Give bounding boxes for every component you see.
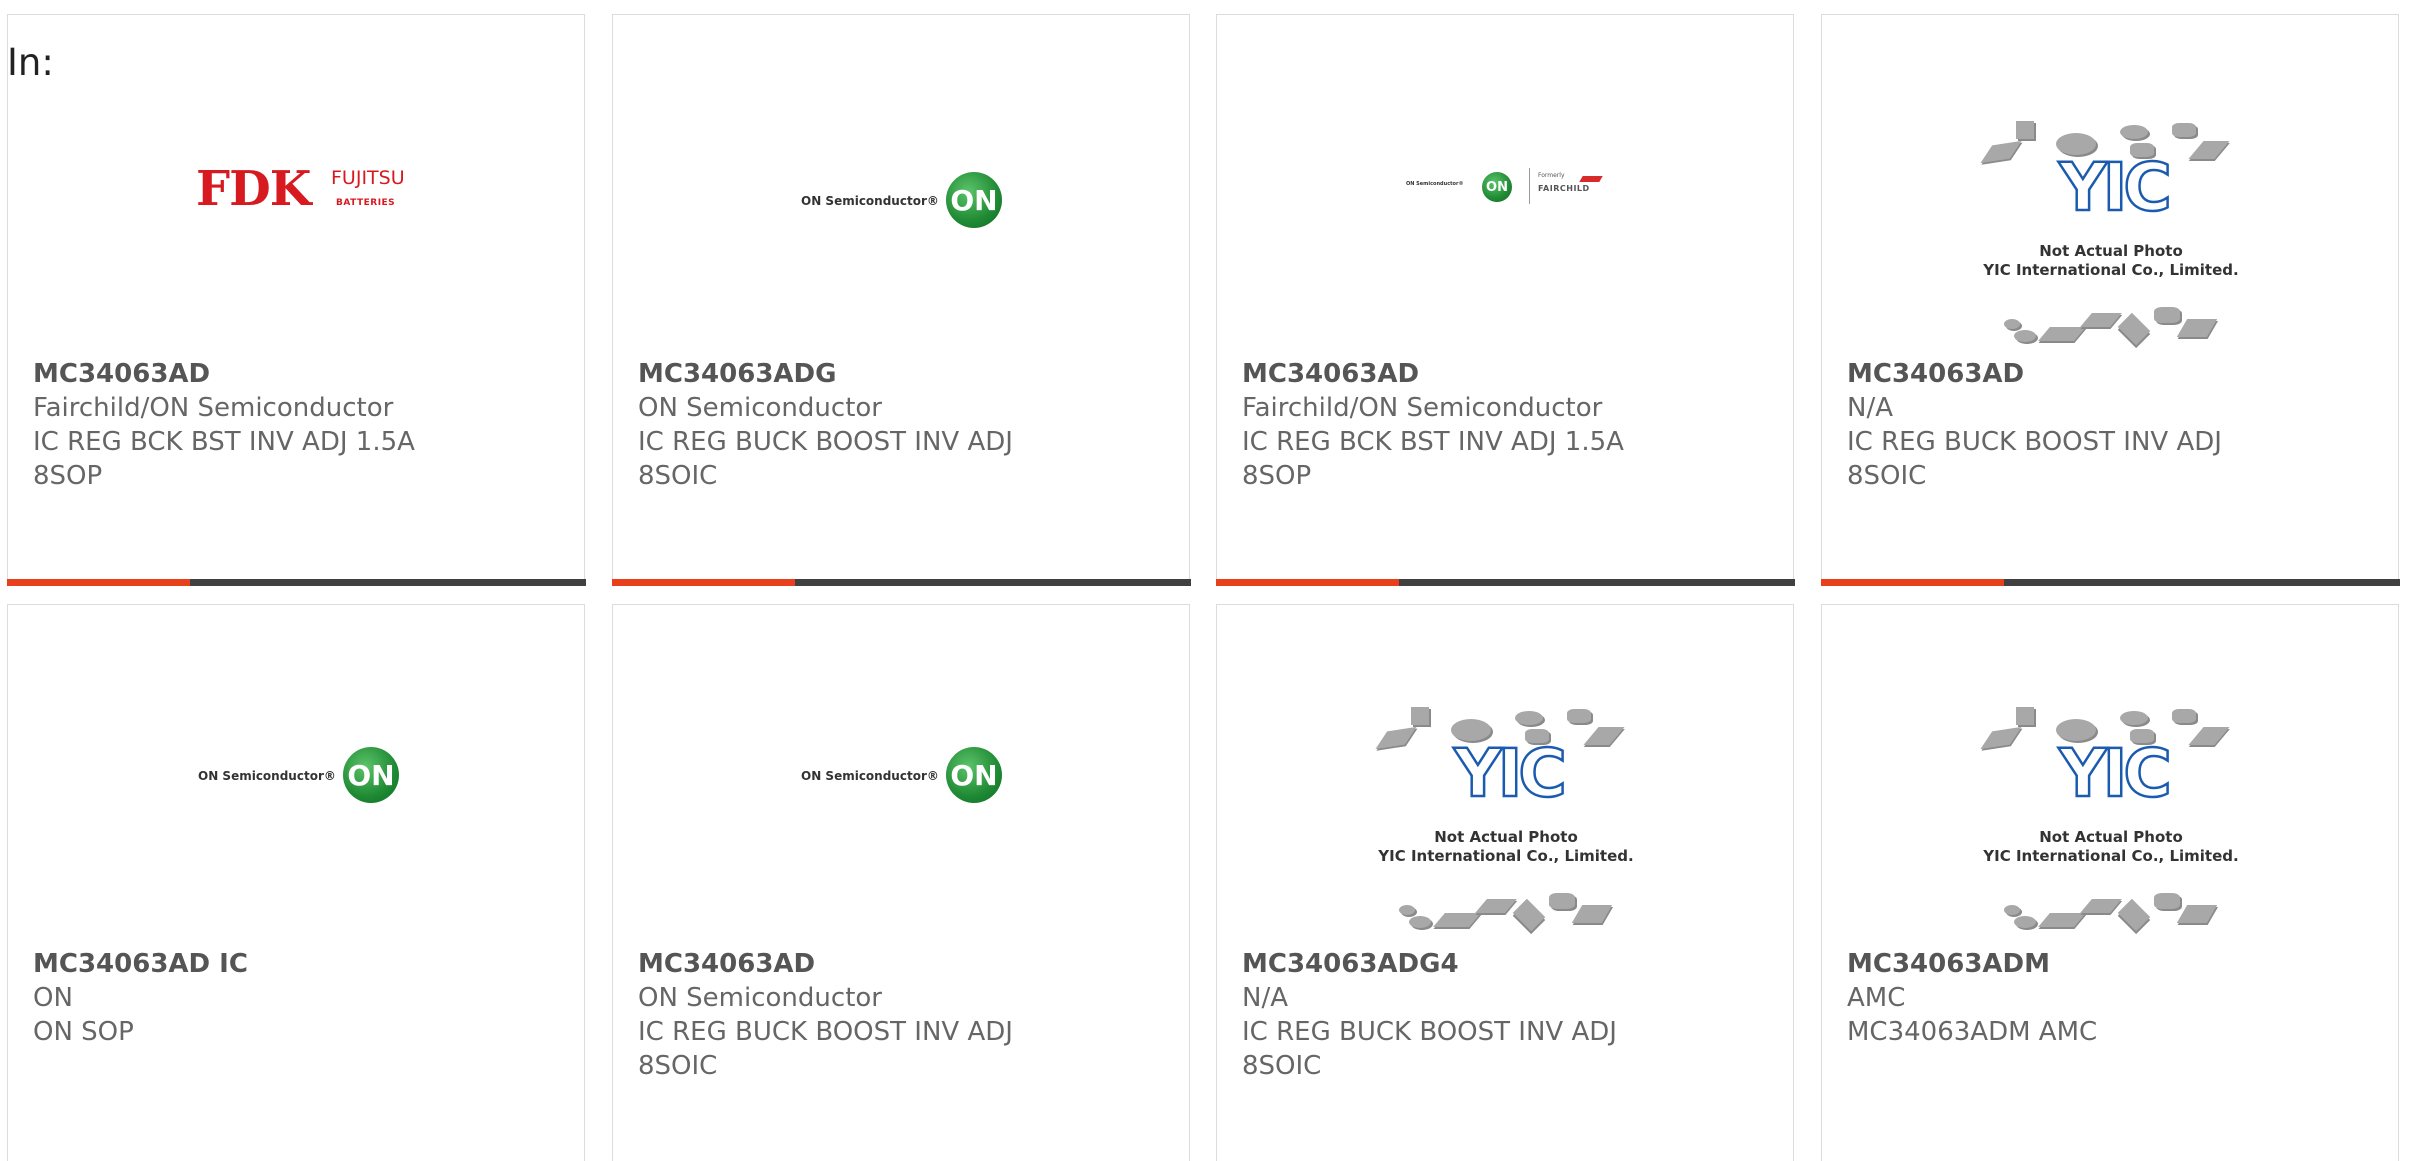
manufacturer: AMC — [1847, 983, 1906, 1013]
card-accent — [6, 578, 190, 586]
part-number[interactable]: MC34063AD — [1847, 357, 2388, 391]
package: 8SOP — [33, 461, 103, 491]
product-image[interactable]: ON Semiconductor® ON — [613, 605, 1189, 945]
package: 8SOIC — [1242, 1051, 1322, 1081]
manufacturer: ON — [33, 983, 73, 1013]
product-image[interactable]: YIC Not Actual Photo YIC International C… — [1822, 15, 2398, 355]
card-bottom-bar — [6, 578, 586, 586]
part-number[interactable]: MC34063ADM — [1847, 947, 2388, 981]
product-card[interactable]: ON Semiconductor® ON MC34063ADG ON Semic… — [611, 14, 1191, 586]
description: IC REG BCK BST INV ADJ 1.5A — [33, 427, 415, 457]
product-card[interactable]: YIC Not Actual Photo YIC International C… — [1821, 604, 2399, 1161]
product-info: MC34063AD N/A IC REG BUCK BOOST INV ADJ … — [1847, 357, 2388, 493]
on-semiconductor-logo: ON Semiconductor® ON — [801, 172, 1051, 232]
package: 8SOIC — [638, 461, 718, 491]
manufacturer: Fairchild/ON Semiconductor — [1242, 393, 1603, 423]
card-accent — [1820, 578, 2004, 586]
product-image[interactable]: YIC Not Actual Photo YIC International C… — [1217, 605, 1793, 945]
card-bottom-bar — [1820, 578, 2400, 586]
product-image[interactable]: YIC Not Actual Photo YIC International C… — [1822, 605, 2398, 945]
card-bottom-bar — [1215, 578, 1795, 586]
description: IC REG BUCK BOOST INV ADJ — [638, 1017, 1013, 1047]
product-image[interactable]: FDK FUJITSU BATTERIES — [8, 15, 584, 355]
product-image[interactable]: ON Semiconductor® ON — [613, 15, 1189, 355]
part-number[interactable]: MC34063AD — [638, 947, 1179, 981]
product-grid-page: In: FDK FUJITSU BATTERIES MC34063AD Fair… — [0, 0, 2410, 1161]
manufacturer: N/A — [1847, 393, 1893, 423]
part-number[interactable]: MC34063AD IC — [33, 947, 574, 981]
logo-divider — [1529, 168, 1530, 204]
product-image[interactable]: ON Semiconductor® ON Formerly FAIRCHILD — [1217, 15, 1793, 355]
manufacturer: ON Semiconductor — [638, 393, 882, 423]
card-accent — [1215, 578, 1399, 586]
on-semiconductor-logo: ON Semiconductor® ON — [801, 747, 1051, 807]
description: IC REG BUCK BOOST INV ADJ — [1242, 1017, 1617, 1047]
description: IC REG BUCK BOOST INV ADJ — [638, 427, 1013, 457]
part-number[interactable]: MC34063ADG4 — [1242, 947, 1783, 981]
part-number[interactable]: MC34063AD — [33, 357, 574, 391]
yic-placeholder: YIC Not Actual Photo YIC International C… — [1371, 691, 1641, 932]
fairchild-stripe — [1579, 176, 1603, 182]
product-info: MC34063AD Fairchild/ON Semiconductor IC … — [33, 357, 574, 493]
product-info: MC34063ADG4 N/A IC REG BUCK BOOST INV AD… — [1242, 947, 1783, 1083]
manufacturer: ON Semiconductor — [638, 983, 882, 1013]
description: IC REG BCK BST INV ADJ 1.5A — [1242, 427, 1624, 457]
card-bottom-bar — [611, 578, 1191, 586]
package: 8SOP — [1242, 461, 1312, 491]
product-info: MC34063AD Fairchild/ON Semiconductor IC … — [1242, 357, 1783, 493]
product-card[interactable]: YIC Not Actual Photo YIC International C… — [1820, 14, 2400, 586]
description: ON SOP — [33, 1017, 134, 1047]
product-card[interactable]: FDK FUJITSU BATTERIES MC34063AD Fairchil… — [6, 14, 586, 586]
description: MC34063ADM AMC — [1847, 1017, 2098, 1047]
manufacturer: N/A — [1242, 983, 1288, 1013]
manufacturer: Fairchild/ON Semiconductor — [33, 393, 394, 423]
product-card[interactable]: ON Semiconductor® ON Formerly FAIRCHILD … — [1215, 14, 1795, 586]
product-info: MC34063ADM AMC MC34063ADM AMC — [1847, 947, 2388, 1049]
on-fairchild-logo: ON Semiconductor® ON Formerly FAIRCHILD — [1406, 166, 1616, 206]
part-number[interactable]: MC34063ADG — [638, 357, 1179, 391]
card-accent — [611, 578, 795, 586]
product-card[interactable]: YIC Not Actual Photo YIC International C… — [1216, 604, 1794, 1161]
product-card[interactable]: ON Semiconductor® ON MC34063AD ON Semico… — [612, 604, 1190, 1161]
product-info: MC34063AD ON Semiconductor IC REG BUCK B… — [638, 947, 1179, 1083]
package: 8SOIC — [1847, 461, 1927, 491]
product-card[interactable]: ON Semiconductor® ON MC34063AD IC ON ON … — [7, 604, 585, 1161]
yic-placeholder: YIC Not Actual Photo YIC International C… — [1976, 105, 2246, 346]
filter-label: In: — [7, 41, 54, 84]
product-info: MC34063ADG ON Semiconductor IC REG BUCK … — [638, 357, 1179, 493]
product-image[interactable]: ON Semiconductor® ON — [8, 605, 584, 945]
part-number[interactable]: MC34063AD — [1242, 357, 1783, 391]
product-info: MC34063AD IC ON ON SOP — [33, 947, 574, 1049]
package: 8SOIC — [638, 1051, 718, 1081]
on-semiconductor-logo: ON Semiconductor® ON — [198, 747, 448, 807]
fdk-fujitsu-logo: FDK FUJITSU BATTERIES — [196, 161, 405, 217]
yic-placeholder: YIC Not Actual Photo YIC International C… — [1976, 691, 2246, 932]
description: IC REG BUCK BOOST INV ADJ — [1847, 427, 2222, 457]
